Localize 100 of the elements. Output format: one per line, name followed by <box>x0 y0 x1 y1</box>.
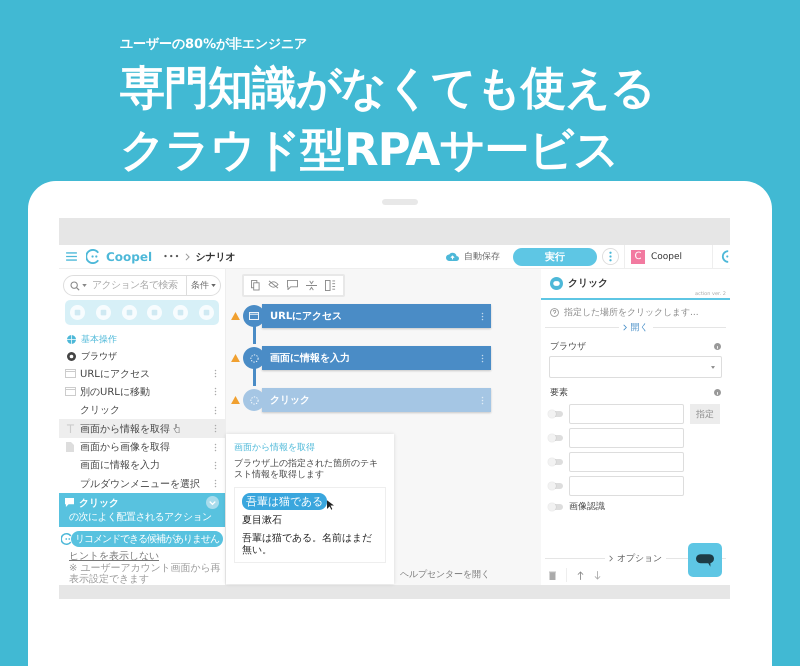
kebab-icon[interactable] <box>214 460 217 470</box>
tooltip-title: 画面から情報を取得 <box>234 442 316 454</box>
collapse-icon[interactable] <box>206 496 219 510</box>
info-icon <box>714 343 721 350</box>
caret-icon <box>82 284 87 288</box>
action-item[interactable]: URLにアクセス <box>59 364 225 383</box>
info-icon <box>714 389 721 396</box>
field-label: ブラウザ <box>550 340 586 353</box>
chat-bubble-icon <box>696 554 714 566</box>
warning-icon <box>231 396 240 404</box>
smiley-icon <box>61 532 73 546</box>
search-icon <box>70 280 80 291</box>
window-icon <box>249 312 259 320</box>
hand-cursor-icon <box>173 424 180 434</box>
category-heading: 基本操作 <box>81 334 117 346</box>
arrow-cursor-icon <box>327 500 334 510</box>
action-item[interactable]: 画面から画像を取得 <box>59 438 225 456</box>
kebab-icon[interactable] <box>214 369 217 378</box>
collapse-rows-icon[interactable] <box>306 280 317 291</box>
warning-icon <box>231 354 240 362</box>
recommend-bubble: リコメンドできる候補がありません <box>71 530 223 547</box>
expand-toggle[interactable]: 開く <box>622 321 648 334</box>
highlighted-title: 吾輩は猫である <box>242 493 327 510</box>
kebab-icon[interactable] <box>481 354 484 362</box>
toggle-label: 画像認識 <box>569 500 605 513</box>
globe-icon <box>67 335 76 344</box>
settings-note: ※ ユーザーアカウント画面から再表示設定できます <box>68 562 222 585</box>
workspace-name[interactable]: Coopel <box>650 252 682 262</box>
search-field[interactable]: アクション名で検索 <box>64 276 187 296</box>
kebab-menu-icon[interactable] <box>602 248 619 265</box>
kebab-icon[interactable] <box>214 406 217 415</box>
kebab-icon[interactable] <box>214 387 217 396</box>
element-input[interactable] <box>569 428 684 448</box>
comment-icon <box>65 498 74 508</box>
headline: 専門知識がなくても使える <box>120 60 656 116</box>
action-item[interactable]: 別のURLに移動 <box>59 382 225 402</box>
toggle-switch[interactable] <box>549 459 563 465</box>
smiley-logo-icon <box>86 249 101 264</box>
arrow-up-icon[interactable] <box>577 570 584 580</box>
workspace-avatar: C <box>630 250 645 264</box>
panel-title: クリック <box>568 277 608 290</box>
category-icon[interactable] <box>122 305 137 320</box>
category-icon[interactable] <box>70 305 86 320</box>
toggle-switch[interactable] <box>549 504 563 510</box>
toggle-switch[interactable] <box>549 411 563 417</box>
category-icon[interactable] <box>172 305 188 320</box>
element-input[interactable] <box>569 404 684 424</box>
group-heading: ブラウザ <box>81 350 117 363</box>
window-icon <box>64 387 76 396</box>
sample-author: 夏目漱石 <box>242 514 283 527</box>
filter-dropdown[interactable]: 条件 <box>187 279 220 292</box>
headline: クラウド型RPAサービス <box>120 122 620 178</box>
autosave-status: 自動保存 <box>464 250 500 263</box>
warning-icon <box>231 312 240 320</box>
action-item[interactable]: クリック <box>59 401 225 420</box>
element-input[interactable] <box>569 476 684 496</box>
trash-icon[interactable] <box>549 570 556 580</box>
cloud-upload-icon <box>446 252 459 261</box>
chat-button[interactable] <box>688 543 722 577</box>
breadcrumb: シナリオ <box>195 250 236 264</box>
hint-subtitle: の次によく配置されるアクション <box>68 510 212 524</box>
action-item[interactable]: 画面から情報を取得 <box>59 419 225 438</box>
tooltip-description: ブラウザ上の指定された箇所のテキスト情報を取得します <box>234 459 379 481</box>
toggle-switch[interactable] <box>549 435 563 441</box>
caret-icon <box>711 366 715 368</box>
help-icon <box>550 308 559 317</box>
smiley-icon[interactable] <box>721 249 730 264</box>
eye-off-icon[interactable] <box>268 280 279 289</box>
kebab-icon[interactable] <box>481 312 484 320</box>
category-icon[interactable] <box>96 305 111 320</box>
browser-select[interactable] <box>549 356 722 378</box>
chevron-right-icon <box>622 324 626 331</box>
chevron-right-icon <box>609 555 613 562</box>
text-icon <box>66 424 74 434</box>
copy-icon[interactable] <box>251 280 260 291</box>
dashed-circle-icon <box>250 354 258 362</box>
help-center-link[interactable]: ヘルプセンターを開く <box>400 568 490 581</box>
category-icon[interactable] <box>147 305 162 320</box>
options-toggle[interactable]: オプション <box>609 552 662 565</box>
browser-circle-icon <box>67 352 76 361</box>
comment-icon[interactable] <box>287 280 298 290</box>
window-icon <box>64 369 76 378</box>
kebab-icon[interactable] <box>214 442 217 452</box>
toggle-switch[interactable] <box>549 483 563 489</box>
more-button[interactable]: ••• <box>163 252 180 261</box>
logo: Coopel <box>106 250 152 264</box>
menu-icon[interactable] <box>66 252 77 261</box>
hide-hints-link[interactable]: ヒントを表示しない <box>59 548 159 563</box>
action-item[interactable]: プルダウンメニューを選択 <box>59 474 225 493</box>
category-icon[interactable] <box>198 305 214 320</box>
columns-icon[interactable] <box>325 280 336 291</box>
action-description: 指定した場所をクリックします... <box>564 306 699 319</box>
sample-text: 吾輩は猫である。名前はまだ無い。 <box>242 533 373 557</box>
element-input[interactable] <box>569 452 684 472</box>
chevron-right-icon <box>185 252 190 260</box>
tagline: ユーザーの80%が非エンジニア <box>120 37 308 54</box>
arrow-down-icon[interactable] <box>594 570 601 580</box>
action-item[interactable]: 画面に情報を入力 <box>59 456 225 475</box>
field-label: 要素 <box>550 386 568 399</box>
kebab-icon[interactable] <box>214 479 217 488</box>
